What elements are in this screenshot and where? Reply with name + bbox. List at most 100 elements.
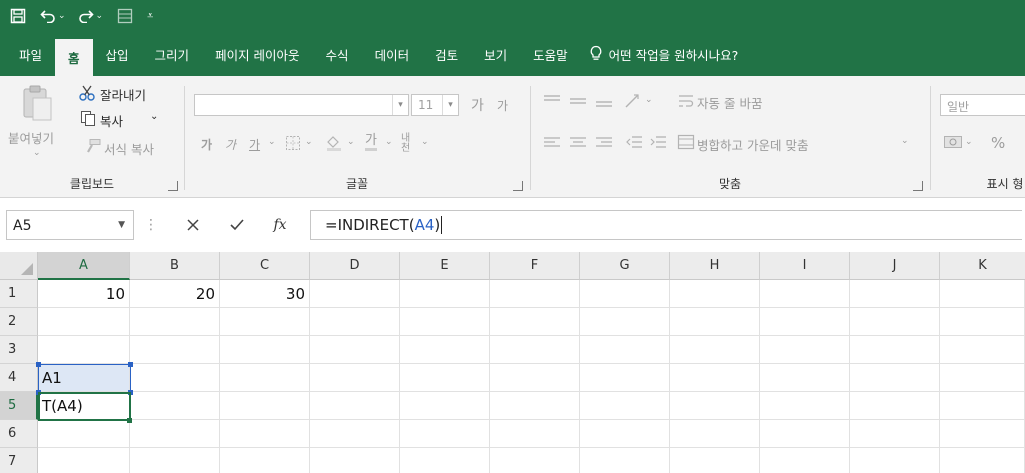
row-header-3[interactable]: 3 <box>0 336 38 364</box>
font-color-button[interactable]: 가 <box>365 134 377 151</box>
copy-button[interactable]: 복사 <box>100 111 123 130</box>
cell-a4[interactable]: A1 <box>38 364 130 392</box>
increase-indent-icon[interactable] <box>649 134 667 153</box>
accounting-format-icon[interactable] <box>943 134 963 153</box>
enter-check-icon[interactable] <box>226 214 248 236</box>
merge-center-button[interactable]: 병합하고 가운데 맞춤 <box>697 135 808 154</box>
grid-cell[interactable] <box>130 308 220 336</box>
form-icon[interactable] <box>117 4 133 28</box>
grid-cell[interactable] <box>130 448 220 473</box>
grid-cell[interactable] <box>490 308 580 336</box>
number-format-combo[interactable]: 일반 <box>940 94 1025 116</box>
grid-cell[interactable] <box>760 308 850 336</box>
tab-file[interactable]: 파일 <box>6 39 55 69</box>
tab-review[interactable]: 검토 <box>422 39 471 69</box>
fill-color-icon[interactable] <box>325 134 343 155</box>
column-header-g[interactable]: G <box>580 252 670 280</box>
grid-cell[interactable] <box>310 280 400 308</box>
grid-cell[interactable] <box>220 364 310 392</box>
italic-button[interactable]: 가 <box>225 136 236 153</box>
font-size-combo[interactable]: 11 ▾ <box>411 94 459 116</box>
merge-center-icon[interactable] <box>677 134 695 153</box>
grid-cell[interactable] <box>130 420 220 448</box>
grid-cell[interactable] <box>38 420 130 448</box>
grid-cell[interactable] <box>220 448 310 473</box>
row-header-7[interactable]: 7 <box>0 448 38 473</box>
grid-cell[interactable] <box>400 392 490 420</box>
cell-a1[interactable]: 10 <box>38 280 130 308</box>
clipboard-launcher-icon[interactable] <box>168 181 178 191</box>
row-header-6[interactable]: 6 <box>0 420 38 448</box>
grid-cell[interactable] <box>490 364 580 392</box>
grid-cell[interactable] <box>130 364 220 392</box>
tab-help[interactable]: 도움말 <box>520 39 581 69</box>
tell-me-box[interactable]: 어떤 작업을 원하시나요? <box>589 39 738 69</box>
save-icon[interactable] <box>10 4 26 28</box>
grid-cell[interactable] <box>670 392 760 420</box>
tab-home[interactable]: 홈 <box>55 39 93 76</box>
grid-cell[interactable] <box>310 364 400 392</box>
grid-cell[interactable] <box>400 420 490 448</box>
grid-cell[interactable] <box>580 308 670 336</box>
grid-cell[interactable] <box>850 448 940 473</box>
orientation-dropdown-icon[interactable]: ⌄ <box>645 95 653 105</box>
grow-font-button[interactable]: 가 <box>471 95 484 115</box>
paste-dropdown-icon[interactable]: ⌄ <box>33 148 41 158</box>
insert-function-button[interactable]: fx <box>268 214 292 236</box>
grid-cell[interactable] <box>670 280 760 308</box>
column-header-c[interactable]: C <box>220 252 310 280</box>
grid-cell[interactable] <box>490 420 580 448</box>
grid-cell[interactable] <box>940 448 1025 473</box>
align-bottom-icon[interactable] <box>595 94 613 111</box>
grid-cell[interactable] <box>220 308 310 336</box>
grid-cell[interactable] <box>400 308 490 336</box>
font-name-combo[interactable]: ▾ <box>194 94 409 116</box>
grid-cell[interactable] <box>310 336 400 364</box>
tab-view[interactable]: 보기 <box>471 39 520 69</box>
grid-cell[interactable] <box>490 336 580 364</box>
redo-dropdown-icon[interactable]: ⌄ <box>96 11 104 21</box>
cell-a5[interactable]: T(A4) <box>38 392 130 420</box>
borders-dropdown-icon[interactable]: ⌄ <box>305 137 313 147</box>
grid-cell[interactable] <box>940 280 1025 308</box>
column-header-k[interactable]: K <box>940 252 1025 280</box>
column-header-d[interactable]: D <box>310 252 400 280</box>
grid-cell[interactable] <box>760 420 850 448</box>
grid-cell[interactable] <box>580 420 670 448</box>
grid-cell[interactable] <box>760 280 850 308</box>
grid-cell[interactable] <box>220 392 310 420</box>
grid-cell[interactable] <box>580 364 670 392</box>
column-header-i[interactable]: I <box>760 252 850 280</box>
grid-cell[interactable] <box>310 448 400 473</box>
row-header-1[interactable]: 1 <box>0 280 38 308</box>
font-launcher-icon[interactable] <box>513 181 523 191</box>
merge-center-dropdown-icon[interactable]: ⌄ <box>901 136 909 146</box>
align-middle-icon[interactable] <box>569 94 587 111</box>
phonetic-dropdown-icon[interactable]: ⌄ <box>421 137 429 147</box>
percent-style-button[interactable]: % <box>991 134 1005 152</box>
grid-cell[interactable] <box>670 420 760 448</box>
grid-cell[interactable] <box>490 448 580 473</box>
grid-cell[interactable] <box>130 392 220 420</box>
column-header-b[interactable]: B <box>130 252 220 280</box>
name-box[interactable]: A5 ▼ <box>6 210 134 240</box>
wrap-text-icon[interactable] <box>677 92 695 113</box>
grid-cell[interactable] <box>940 392 1025 420</box>
cell-b1[interactable]: 20 <box>130 280 220 308</box>
customize-quick-access-icon[interactable]: ⩡ <box>147 4 153 28</box>
grid-cell[interactable] <box>580 336 670 364</box>
paste-button[interactable]: 붙여넣기 <box>8 128 54 147</box>
cut-icon[interactable] <box>78 84 96 105</box>
redo-icon[interactable]: ⌄ <box>78 4 104 28</box>
grid-cell[interactable] <box>310 308 400 336</box>
grid-cell[interactable] <box>670 308 760 336</box>
grid-cell[interactable] <box>940 420 1025 448</box>
grid-cell[interactable] <box>850 420 940 448</box>
tab-insert[interactable]: 삽입 <box>93 39 142 69</box>
shrink-font-button[interactable]: 가 <box>497 97 508 114</box>
tab-formulas[interactable]: 수식 <box>313 39 362 69</box>
grid-cell[interactable] <box>670 336 760 364</box>
grid-cell[interactable] <box>760 448 850 473</box>
row-header-2[interactable]: 2 <box>0 308 38 336</box>
grid-cell[interactable] <box>580 280 670 308</box>
